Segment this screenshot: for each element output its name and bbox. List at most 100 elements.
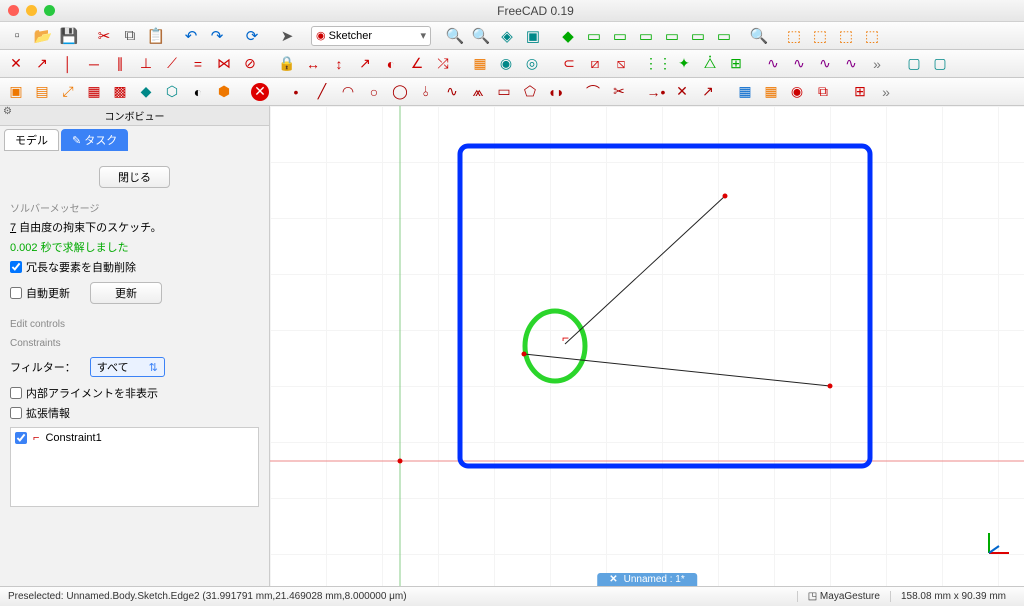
- cursor-icon[interactable]: ➤: [276, 25, 298, 47]
- constraints-header[interactable]: Constraints: [10, 338, 259, 349]
- sketch-vertex[interactable]: [522, 352, 527, 357]
- auto-update-check[interactable]: 自動更新: [10, 285, 70, 301]
- sketch-new-icon[interactable]: ▣: [6, 82, 26, 102]
- snell-icon[interactable]: ⤮: [433, 54, 453, 74]
- constraint-item[interactable]: ⌐ Constraint1: [15, 432, 254, 444]
- nav-cube4-icon[interactable]: ⬚: [861, 25, 883, 47]
- virtual-space2-icon[interactable]: ▢: [930, 54, 950, 74]
- refresh-icon[interactable]: ⟳: [241, 25, 263, 47]
- tangent-icon[interactable]: ⟋: [162, 54, 182, 74]
- auto-update-checkbox[interactable]: [10, 287, 22, 299]
- update-button[interactable]: 更新: [90, 282, 162, 304]
- pd-draft-icon[interactable]: ⧅: [611, 54, 631, 74]
- view-bottom-icon[interactable]: ▭: [687, 25, 709, 47]
- nav-cube3-icon[interactable]: ⬚: [835, 25, 857, 47]
- split-icon[interactable]: ✕: [672, 82, 692, 102]
- hide-alignment-check[interactable]: 内部アライメントを非表示: [10, 385, 259, 401]
- pd-chamfer-icon[interactable]: ⧄: [585, 54, 605, 74]
- lock-icon[interactable]: 🔒: [277, 54, 297, 74]
- sketch-leave-icon[interactable]: ⤢: [58, 82, 78, 102]
- nav-cube1-icon[interactable]: ⬚: [783, 25, 805, 47]
- bbox-icon[interactable]: ▣: [522, 25, 544, 47]
- sketch-reorient-icon[interactable]: ⬢: [214, 82, 234, 102]
- pd-loft-icon[interactable]: ◎: [522, 54, 542, 74]
- 3d-viewport[interactable]: ⌐ ✕ Unnamed : 1*: [270, 106, 1024, 586]
- ext-info-check[interactable]: 拡張情報: [10, 405, 259, 421]
- angle-icon[interactable]: ∠: [407, 54, 427, 74]
- view-top-icon[interactable]: ▭: [609, 25, 631, 47]
- redo-icon[interactable]: ↷: [206, 25, 228, 47]
- view-front-icon[interactable]: ▭: [583, 25, 605, 47]
- close-button[interactable]: 閉じる: [99, 166, 170, 188]
- close-window-icon[interactable]: [8, 5, 19, 16]
- sketch-validate-icon[interactable]: ◆: [136, 82, 156, 102]
- undo-icon[interactable]: ↶: [180, 25, 202, 47]
- geom-point-icon[interactable]: •: [286, 82, 306, 102]
- geom-line-icon[interactable]: ╱: [312, 82, 332, 102]
- auto-remove-check[interactable]: 冗長な要素を自動削除: [10, 259, 259, 275]
- workbench-select[interactable]: ◉ Sketcher ▾: [311, 26, 431, 46]
- symmetric-icon[interactable]: ⋈: [214, 54, 234, 74]
- sketch-edge1[interactable]: [565, 196, 725, 344]
- geom-poly-icon[interactable]: ⬠: [520, 82, 540, 102]
- virtual-space-icon[interactable]: ▢: [904, 54, 924, 74]
- sketch-mirror-icon[interactable]: ◐: [188, 82, 208, 102]
- geom-arc-icon[interactable]: ◠: [338, 82, 358, 102]
- copy-icon[interactable]: ⧉: [119, 25, 141, 47]
- vertical-icon[interactable]: │: [58, 54, 78, 74]
- edit-controls-header[interactable]: Edit controls: [10, 319, 259, 330]
- constraint1-checkbox[interactable]: [15, 432, 27, 444]
- point-on-icon[interactable]: ↗: [32, 54, 52, 74]
- radius-icon[interactable]: ◐: [381, 54, 401, 74]
- perpendicular-icon[interactable]: ⊥: [136, 54, 156, 74]
- pd-polar-icon[interactable]: ✦: [674, 54, 694, 74]
- rectarr-icon[interactable]: ⊞: [850, 82, 870, 102]
- pd-fillet-icon[interactable]: ⊂: [559, 54, 579, 74]
- tab-model[interactable]: モデル: [4, 129, 59, 151]
- more2-icon[interactable]: »: [876, 82, 896, 102]
- sketch-vertex[interactable]: [828, 384, 833, 389]
- geom-bspline-icon[interactable]: ∿: [442, 82, 462, 102]
- geom-conic-icon[interactable]: ⫰: [416, 82, 436, 102]
- nav-style[interactable]: ◳ MayaGesture: [797, 591, 890, 602]
- sketch-view-icon[interactable]: ▦: [84, 82, 104, 102]
- geom-ellipse-icon[interactable]: ◯: [390, 82, 410, 102]
- origin-point[interactable]: [398, 459, 403, 464]
- zoom-in-icon[interactable]: 🔍: [470, 25, 492, 47]
- panel-gear-icon[interactable]: ⚙: [3, 106, 12, 117]
- sketch-map-icon[interactable]: ▩: [110, 82, 130, 102]
- carbon-icon[interactable]: ▦: [735, 82, 755, 102]
- window-controls[interactable]: [8, 5, 55, 16]
- pd-multi-icon[interactable]: ⊞: [726, 54, 746, 74]
- zoom-window-icon[interactable]: [44, 5, 55, 16]
- view-right-icon[interactable]: ▭: [635, 25, 657, 47]
- view-iso-icon[interactable]: ◆: [557, 25, 579, 47]
- geom-rect-icon[interactable]: ▭: [494, 82, 514, 102]
- dist-icon[interactable]: ↗: [355, 54, 375, 74]
- extend-icon[interactable]: →•: [646, 82, 666, 102]
- pd-pad-icon[interactable]: ▦: [470, 54, 490, 74]
- open-icon[interactable]: 📂: [32, 25, 54, 47]
- geom-slot-icon[interactable]: ◖◗: [546, 82, 566, 102]
- hdist-icon[interactable]: ↔: [303, 54, 323, 74]
- constraints-list[interactable]: ⌐ Constraint1: [10, 427, 259, 507]
- construct-icon[interactable]: ▦: [761, 82, 781, 102]
- paste-icon[interactable]: 📋: [145, 25, 167, 47]
- tab-task[interactable]: ✎ タスク: [61, 129, 128, 151]
- bs4-icon[interactable]: ∿: [841, 54, 861, 74]
- bs3-icon[interactable]: ∿: [815, 54, 835, 74]
- view-left-icon[interactable]: ▭: [713, 25, 735, 47]
- measure-icon[interactable]: 🔍: [748, 25, 770, 47]
- close-tab-icon[interactable]: ✕: [609, 574, 617, 585]
- clone-icon[interactable]: ◉: [787, 82, 807, 102]
- bs2-icon[interactable]: ∿: [789, 54, 809, 74]
- view-rear-icon[interactable]: ▭: [661, 25, 683, 47]
- new-icon[interactable]: ▫: [6, 25, 28, 47]
- geom-circle-icon[interactable]: ○: [364, 82, 384, 102]
- sketch-canvas[interactable]: ⌐: [270, 106, 1024, 586]
- external-icon[interactable]: ↗: [698, 82, 718, 102]
- sketch-vertex[interactable]: [723, 194, 728, 199]
- minimize-window-icon[interactable]: [26, 5, 37, 16]
- pd-mirror-icon[interactable]: ⧊: [700, 54, 720, 74]
- hide-alignment-checkbox[interactable]: [10, 387, 22, 399]
